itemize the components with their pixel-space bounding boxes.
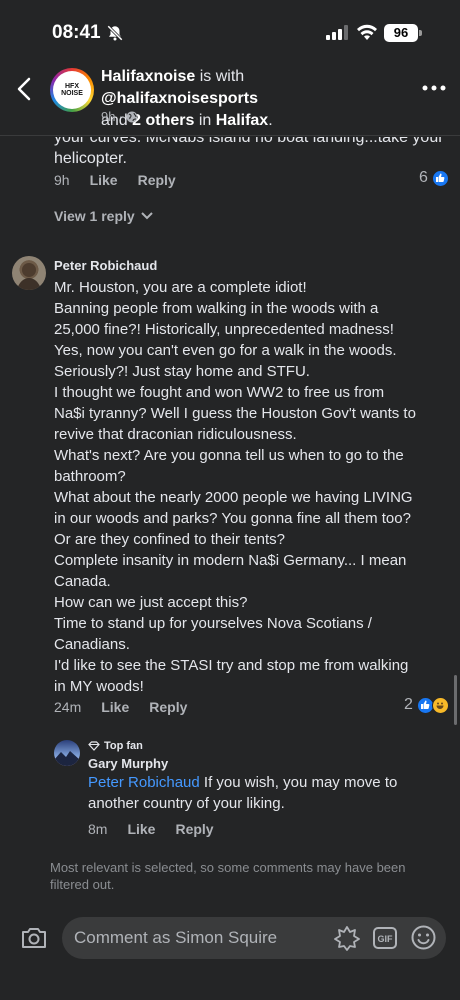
avatar-logo-text-2: NOISE: [61, 90, 83, 97]
avatar-logo-text: HFX: [65, 83, 79, 90]
page-avatar[interactable]: HFX NOISE: [50, 68, 94, 112]
comment-line: in our woods and parks? You gonna fine a…: [54, 510, 411, 527]
more-options-icon[interactable]: [420, 78, 448, 98]
post-time[interactable]: 9h: [101, 109, 115, 124]
view-replies-label: View 1 reply: [54, 208, 135, 224]
like-button[interactable]: Like: [127, 821, 155, 837]
header-connector: is with: [195, 68, 245, 85]
previous-comment-text: your curves. McNabs island no boat landi…: [54, 137, 454, 169]
comment-line: I'd like to see the STASI try and stop m…: [54, 657, 409, 674]
previous-comment-reactions[interactable]: 6: [419, 169, 449, 187]
page-avatar-logo: HFX NOISE: [53, 71, 91, 109]
comment-time[interactable]: 24m: [54, 699, 81, 715]
post-header-text: Halifaxnoise is with @halifaxnoisesports…: [101, 66, 401, 132]
back-arrow-icon[interactable]: [12, 76, 38, 102]
location-link[interactable]: Halifax: [216, 112, 268, 129]
comment-author[interactable]: Peter Robichaud: [54, 258, 157, 273]
comment-line: I thought we fought and won WW2 to free …: [54, 384, 385, 401]
reply-button[interactable]: Reply: [138, 172, 176, 188]
comment-line: Banning people from walking in the woods…: [54, 300, 379, 317]
reply-button[interactable]: Reply: [149, 699, 187, 715]
comment-reactions[interactable]: 2: [404, 696, 449, 714]
top-fan-badge: Top fan: [88, 740, 143, 752]
others-link[interactable]: 2 others: [132, 112, 194, 129]
reply-text-part: If you wish, you may move to: [199, 774, 398, 791]
previous-comment-line-2: helicopter.: [54, 150, 127, 167]
reply-author[interactable]: Gary Murphy: [88, 756, 168, 771]
comment-line: Yes, now you can't even go for a walk in…: [54, 342, 397, 359]
reply-text-line-2: another country of your liking.: [88, 795, 285, 812]
status-time: 08:41: [52, 22, 101, 43]
reply-button[interactable]: Reply: [175, 821, 213, 837]
comment-time[interactable]: 9h: [54, 172, 70, 188]
reply-text-line: Peter Robichaud If you wish, you may mov…: [88, 772, 397, 793]
wifi-icon: [357, 24, 377, 40]
avatar-landscape: [54, 751, 80, 766]
battery-tip: [419, 30, 422, 36]
comment-text: Mr. Houston, you are a complete idiot! Ba…: [54, 277, 416, 697]
like-button[interactable]: Like: [101, 699, 129, 715]
battery-level: 96: [384, 24, 418, 42]
mention-link[interactable]: Peter Robichaud: [88, 774, 200, 791]
page-name-link[interactable]: Halifaxnoise: [101, 68, 195, 85]
comment-line: How can we just accept this?: [54, 594, 248, 611]
like-button[interactable]: Like: [90, 172, 118, 188]
comment-line: What's next? Are you gonna tell us when …: [54, 447, 404, 464]
previous-comment-actions: 9h Like Reply: [54, 172, 176, 188]
comment-line: Complete insanity in modern Na$i Germany…: [54, 552, 407, 569]
comment-line: Mr. Houston, you are a complete idiot!: [54, 279, 307, 296]
post-meta: 9h ·: [101, 109, 138, 124]
header-period: .: [268, 112, 273, 129]
emoji-icon[interactable]: [411, 925, 436, 950]
signal-icon: [326, 25, 348, 40]
globe-icon: [126, 111, 138, 122]
comment-line: Canada.: [54, 573, 111, 590]
avatar-portrait: [17, 263, 41, 290]
header-connector-3: in: [194, 112, 216, 129]
comment-line: bathroom?: [54, 468, 126, 485]
top-fan-label: Top fan: [104, 740, 143, 752]
comments-section: your curves. McNabs island no boat landi…: [0, 137, 460, 907]
reaction-count: 2: [404, 696, 413, 713]
tagged-page-link[interactable]: @halifaxnoisesports: [101, 90, 258, 107]
comment-line: Or are they confined to their tents?: [54, 531, 285, 548]
status-bar: 08:41 96: [0, 0, 460, 66]
reply-time[interactable]: 8m: [88, 821, 107, 837]
diamond-icon: [88, 741, 100, 751]
reply-text: Peter Robichaud If you wish, you may mov…: [88, 772, 397, 814]
gif-button[interactable]: GIF: [373, 927, 397, 949]
comment-composer: GIF: [0, 908, 460, 1000]
previous-comment-line: your curves. McNabs island no boat landi…: [54, 137, 444, 146]
comment-line: 25,000 fine?! Historically, unprecedente…: [54, 321, 394, 338]
bell-off-icon: [107, 25, 123, 41]
comment-line: revive that draconian ridiculousness.: [54, 426, 297, 443]
avatar[interactable]: [54, 740, 80, 766]
like-reaction-icon: [431, 169, 449, 187]
comment-line: Canadians.: [54, 636, 130, 653]
gif-icon: GIF: [373, 927, 397, 949]
scrollbar[interactable]: [454, 675, 457, 725]
comment-actions: 24m Like Reply: [54, 699, 187, 715]
post-header: HFX NOISE Halifaxnoise is with @halifaxn…: [0, 66, 460, 136]
comment-line: Time to stand up for yourselves Nova Sco…: [54, 615, 372, 632]
filter-note: Most relevant is selected, so some comme…: [50, 860, 406, 892]
comment-line: What about the nearly 2000 people we hav…: [54, 489, 413, 506]
comment-line: in MY woods!: [54, 678, 144, 695]
reaction-count: 6: [419, 169, 428, 186]
comment-line: Seriously?! Just stay home and STFU.: [54, 363, 310, 380]
comment-line: Na$i tyranny? Well I guess the Houston G…: [54, 405, 416, 422]
chevron-down-icon: [140, 212, 153, 220]
post-meta-dot: ·: [118, 109, 123, 124]
view-replies-button[interactable]: View 1 reply: [54, 208, 153, 224]
haha-reaction-icon: [431, 696, 449, 714]
avatar-sticker-icon[interactable]: [334, 925, 360, 951]
gif-label: GIF: [378, 934, 394, 944]
reply-actions: 8m Like Reply: [88, 821, 214, 837]
avatar[interactable]: [12, 256, 46, 290]
camera-icon[interactable]: [20, 925, 48, 951]
